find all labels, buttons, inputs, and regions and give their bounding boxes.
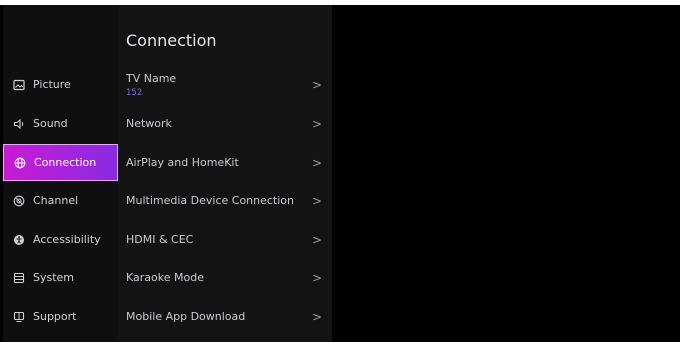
- sidebar-item-label: Connection: [34, 156, 97, 169]
- sidebar-item-picture[interactable]: Picture: [3, 66, 118, 103]
- row-multimedia-device[interactable]: Multimedia Device Connection >: [118, 182, 332, 219]
- sound-icon: [12, 117, 25, 130]
- row-network[interactable]: Network >: [118, 105, 332, 142]
- chevron-right-icon: >: [311, 309, 322, 324]
- sidebar-item-accessibility[interactable]: Accessibility: [3, 221, 118, 258]
- row-mobile-app-download[interactable]: Mobile App Download >: [118, 298, 332, 335]
- system-icon: [12, 271, 25, 284]
- chevron-right-icon: >: [311, 116, 322, 131]
- row-karaoke-mode[interactable]: Karaoke Mode >: [118, 259, 332, 296]
- settings-sidebar: Picture Sound Connection Channel Accessi…: [3, 5, 118, 342]
- globe-icon: [13, 156, 26, 169]
- sidebar-item-connection[interactable]: Connection: [3, 144, 118, 181]
- chevron-right-icon: >: [311, 77, 322, 92]
- row-airplay-homekit[interactable]: AirPlay and HomeKit >: [118, 144, 332, 181]
- sidebar-item-channel[interactable]: Channel: [3, 182, 118, 219]
- sidebar-item-label: Accessibility: [33, 233, 101, 246]
- sidebar-item-label: Sound: [33, 117, 68, 130]
- row-label: Network: [126, 117, 172, 130]
- row-text: TV Name 152: [126, 72, 176, 98]
- row-label: AirPlay and HomeKit: [126, 156, 239, 169]
- row-tv-name[interactable]: TV Name 152 >: [118, 66, 332, 103]
- row-label: Mobile App Download: [126, 310, 246, 323]
- row-value: 152: [126, 87, 143, 98]
- page-title: Connection: [126, 31, 217, 50]
- row-label: Multimedia Device Connection: [126, 194, 295, 207]
- support-icon: [12, 310, 25, 323]
- sidebar-item-support[interactable]: Support: [3, 298, 118, 335]
- chevron-right-icon: >: [311, 232, 322, 247]
- sidebar-item-label: Picture: [33, 78, 71, 91]
- channel-icon: [12, 194, 25, 207]
- chevron-right-icon: >: [311, 155, 322, 170]
- connection-panel: Connection TV Name 152 > Network > AirPl…: [118, 5, 332, 342]
- row-label: TV Name: [126, 71, 177, 85]
- chevron-right-icon: >: [311, 270, 322, 285]
- row-label: HDMI & CEC: [126, 233, 194, 246]
- chevron-right-icon: >: [311, 193, 322, 208]
- tv-screen: Picture Sound Connection Channel Accessi…: [0, 5, 680, 342]
- sidebar-item-label: System: [33, 271, 75, 284]
- row-hdmi-cec[interactable]: HDMI & CEC >: [118, 221, 332, 258]
- sidebar-item-label: Channel: [33, 194, 79, 207]
- sidebar-item-system[interactable]: System: [3, 259, 118, 296]
- sidebar-item-label: Support: [33, 310, 77, 323]
- sidebar-item-sound[interactable]: Sound: [3, 105, 118, 142]
- row-label: Karaoke Mode: [126, 271, 204, 284]
- picture-icon: [12, 78, 25, 91]
- accessibility-icon: [12, 233, 25, 246]
